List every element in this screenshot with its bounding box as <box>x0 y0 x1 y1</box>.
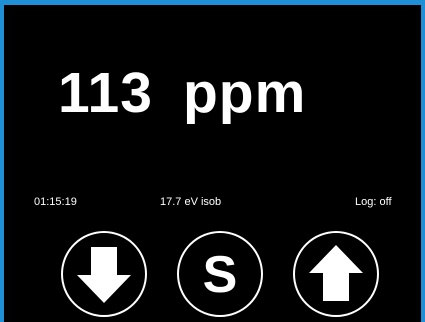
down-button[interactable] <box>61 231 147 317</box>
concentration-unit: ppm <box>182 61 307 125</box>
up-button[interactable] <box>293 231 379 317</box>
arrow-up-icon <box>309 245 363 301</box>
clock-display: 01:15:19 <box>34 196 77 208</box>
concentration-reading: 113 ppm <box>58 63 306 123</box>
span-button-glyph: S <box>203 246 238 304</box>
lamp-energy-status: 17.7 eV isob <box>160 196 222 208</box>
concentration-value: 113 <box>58 61 153 125</box>
instrument-screen: 113 ppm 01:15:19 17.7 eV isob Log: off S <box>0 0 425 322</box>
span-button[interactable]: S <box>177 231 263 317</box>
log-status[interactable]: Log: off <box>355 195 392 209</box>
letter-s-icon: S <box>203 246 238 304</box>
arrow-down-icon <box>77 247 131 303</box>
